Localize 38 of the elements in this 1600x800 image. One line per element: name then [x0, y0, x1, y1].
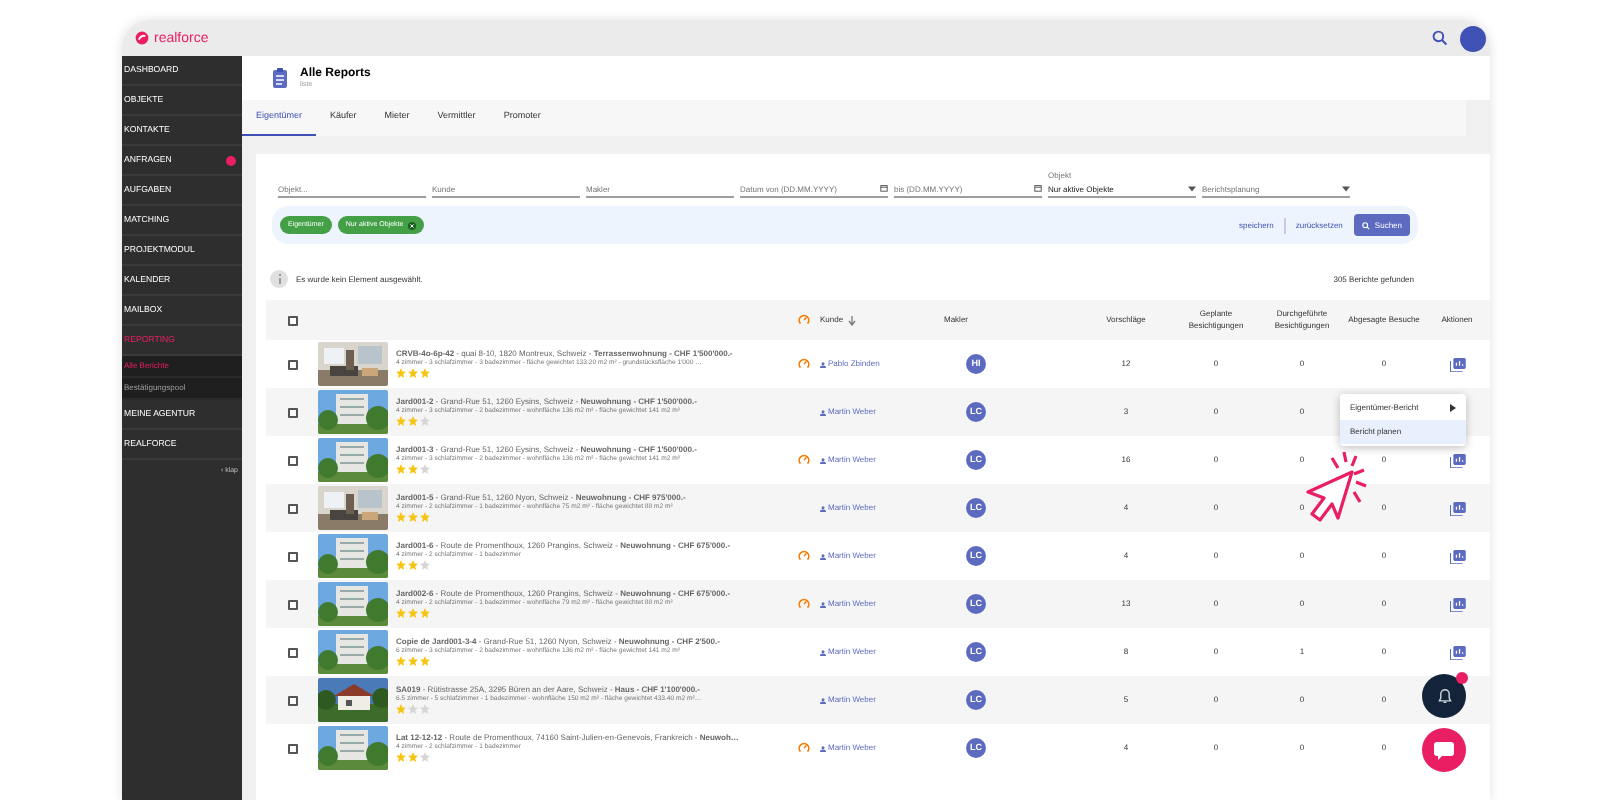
checkbox[interactable]: [287, 599, 297, 609]
checkbox[interactable]: [287, 315, 297, 325]
checkbox[interactable]: [287, 503, 297, 513]
dropdown-icon: [1188, 185, 1196, 191]
user-avatar[interactable]: [1460, 25, 1486, 51]
report-icon[interactable]: [1449, 549, 1465, 563]
person-icon: [820, 601, 826, 607]
gauge-icon: [798, 314, 810, 326]
clipboard-icon: [272, 68, 288, 88]
calendar-icon: [1034, 184, 1042, 192]
report-icon[interactable]: [1449, 597, 1465, 611]
person-icon: [820, 409, 826, 415]
checkbox[interactable]: [287, 695, 297, 705]
bell-icon: [1437, 688, 1451, 704]
person-icon: [820, 649, 826, 655]
logo-icon: [134, 30, 150, 46]
person-icon: [820, 457, 826, 463]
info-icon: [270, 270, 288, 288]
person-icon: [820, 505, 826, 511]
search-icon: [1362, 221, 1371, 229]
person-icon: [820, 553, 826, 559]
search-icon: [1432, 30, 1448, 46]
dropdown-icon: [1342, 185, 1350, 191]
checkbox[interactable]: [287, 551, 297, 561]
report-icon[interactable]: [1449, 453, 1465, 467]
person-icon: [820, 697, 826, 703]
checkbox[interactable]: [287, 647, 297, 657]
chat-icon: [1434, 741, 1454, 759]
checkbox[interactable]: [287, 743, 297, 753]
checkbox[interactable]: [287, 359, 297, 369]
person-icon: [820, 745, 826, 751]
checkbox[interactable]: [287, 455, 297, 465]
report-icon[interactable]: [1449, 645, 1465, 659]
checkbox[interactable]: [287, 407, 297, 417]
calendar-icon: [880, 184, 888, 192]
report-icon[interactable]: [1449, 357, 1465, 371]
report-icon[interactable]: [1449, 501, 1465, 515]
person-icon: [820, 361, 826, 367]
